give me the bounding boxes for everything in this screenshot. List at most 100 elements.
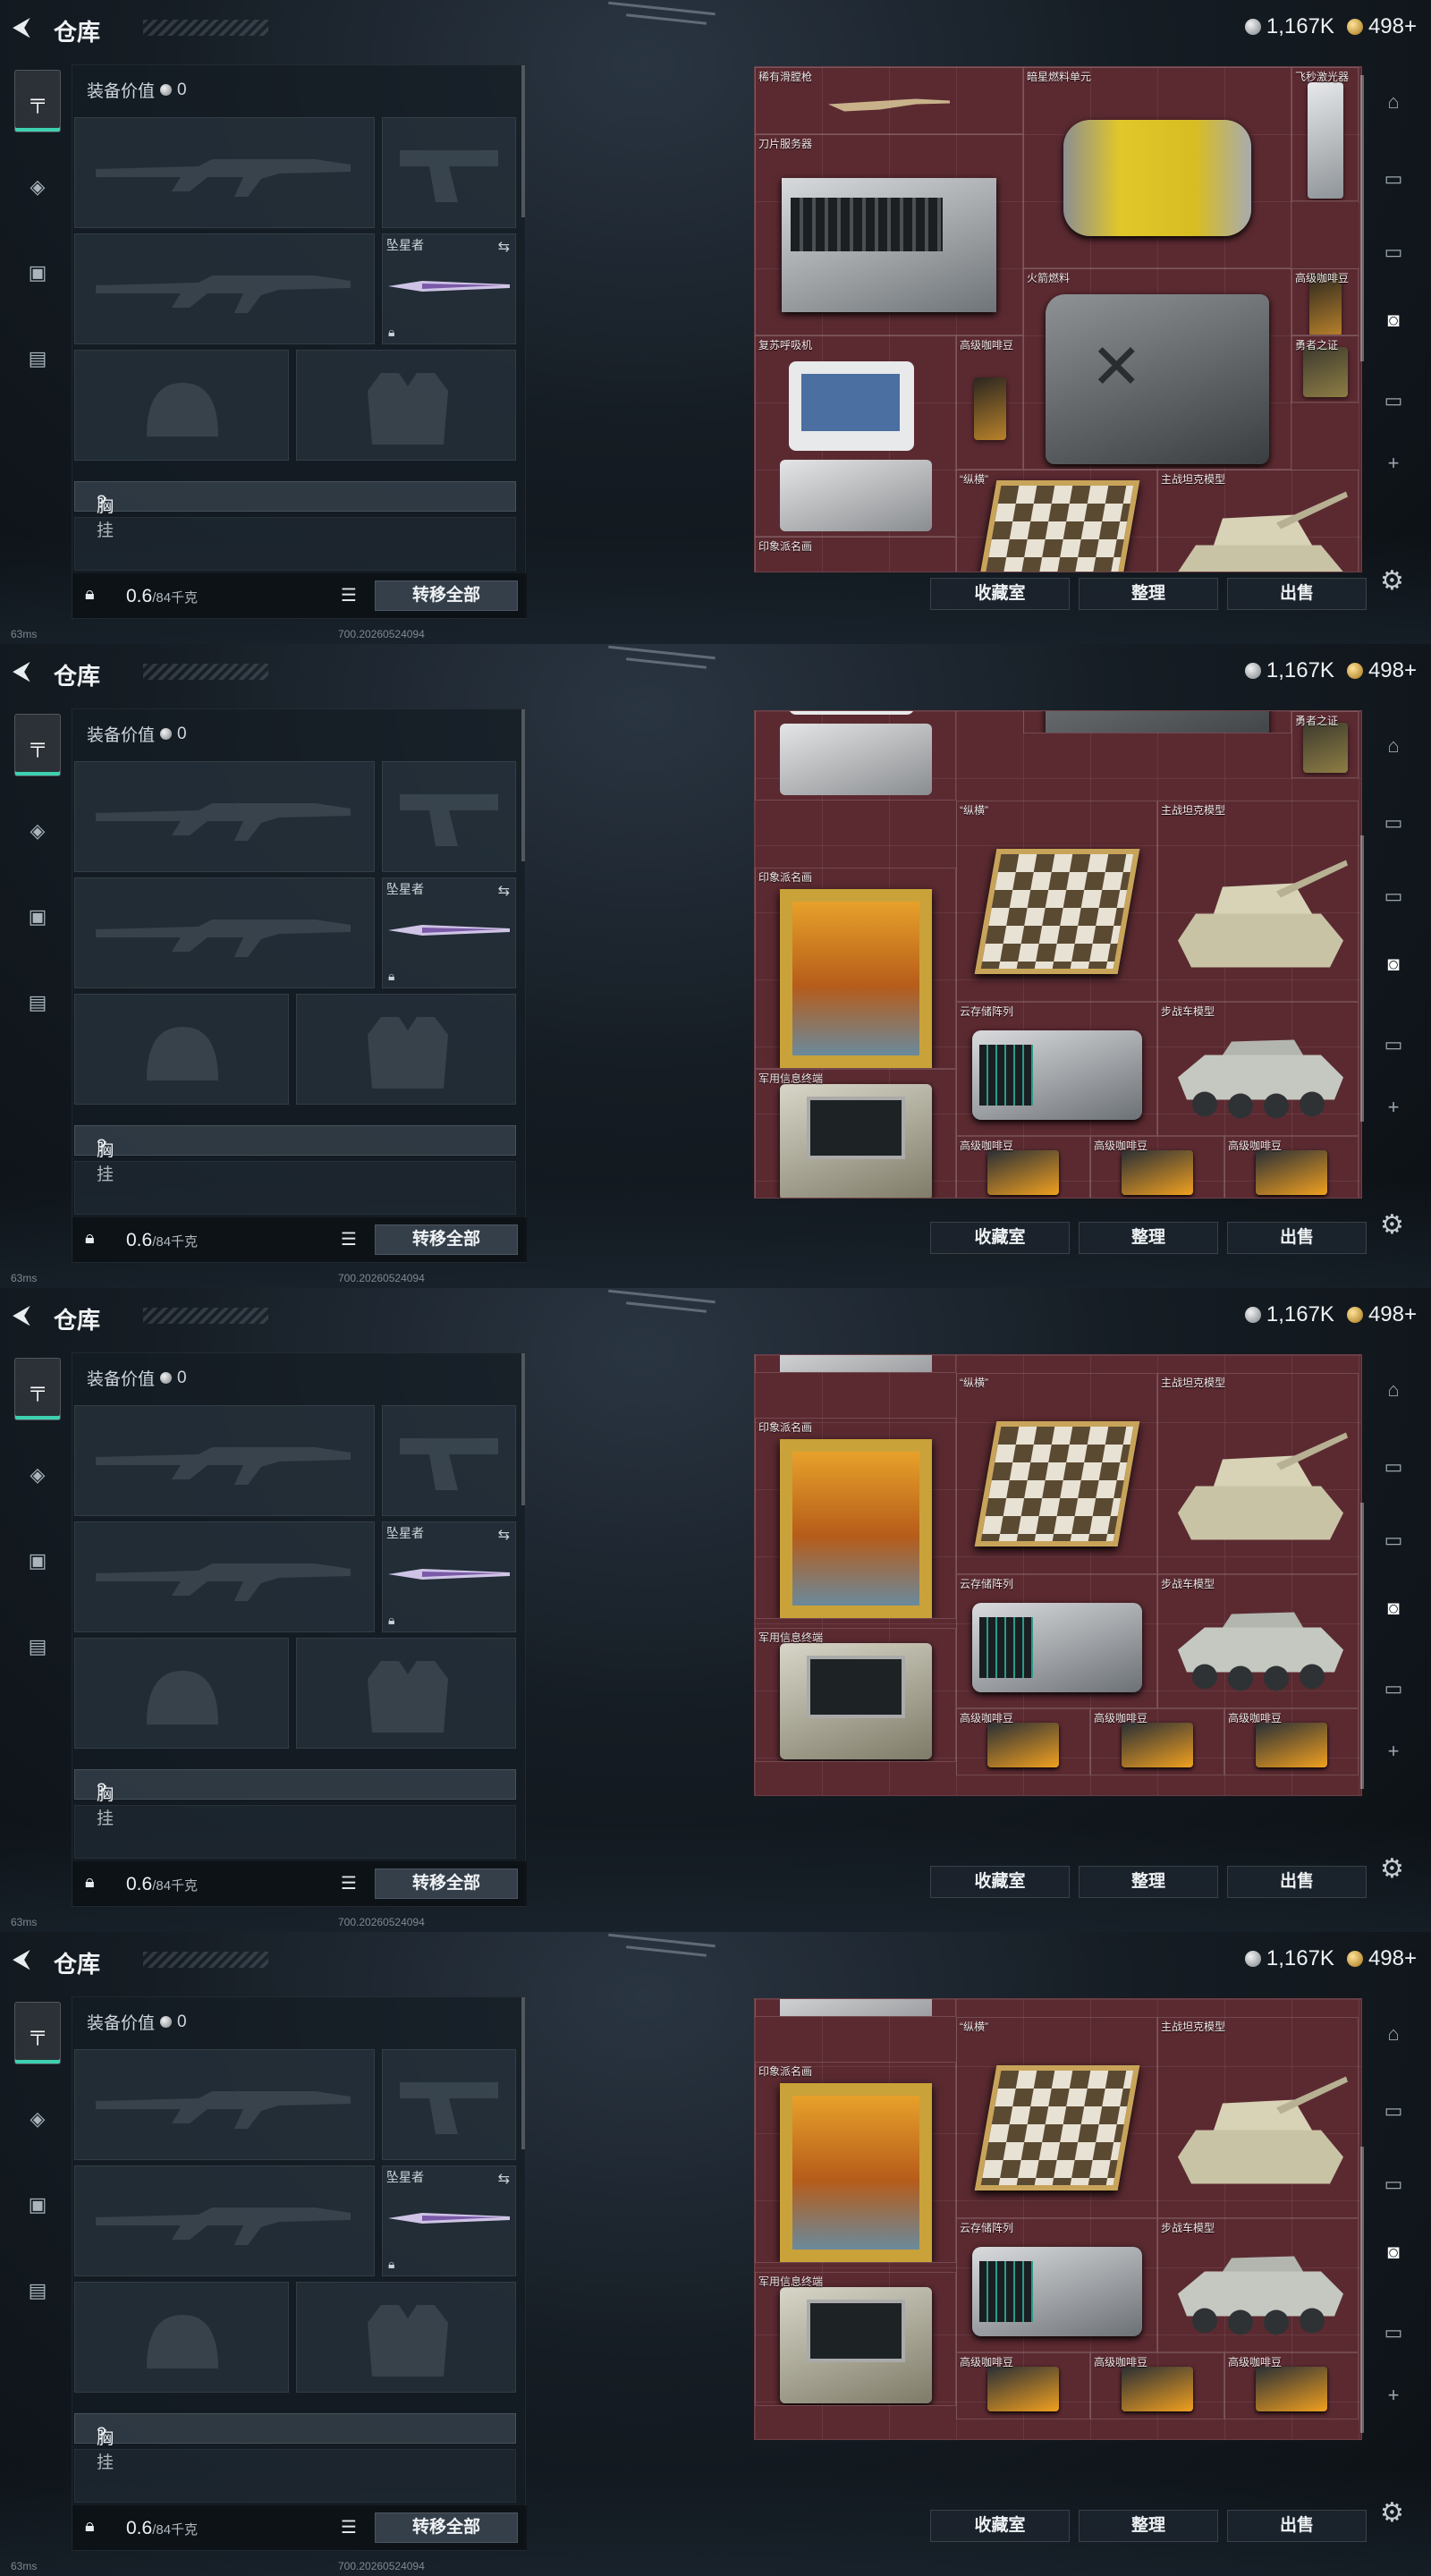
stash-item-ifv-model[interactable]: 步战车模型 bbox=[1157, 1574, 1359, 1708]
settings-gear-icon[interactable]: ⚙ bbox=[1380, 565, 1404, 597]
back-icon[interactable]: ⮜ bbox=[13, 1301, 30, 1329]
help-icon[interactable]: ? bbox=[97, 2425, 106, 2445]
stash-item-hero-badge[interactable]: 勇者之证 bbox=[1291, 335, 1359, 402]
sort-button[interactable]: 整理 bbox=[1079, 2510, 1218, 2542]
helmet-tab[interactable]: ◈ bbox=[14, 2088, 61, 2150]
pistol-slot[interactable] bbox=[382, 2049, 516, 2160]
container-iv-icon[interactable]: ▭ bbox=[1374, 1027, 1413, 1063]
swap-icon[interactable]: ⇆ bbox=[498, 2170, 510, 2188]
stash-item-tank-model[interactable]: 主战坦克模型 bbox=[1157, 2017, 1359, 2218]
stash-item-coffee-a[interactable]: 高级咖啡豆 bbox=[1291, 268, 1359, 335]
sell-button[interactable]: 出售 bbox=[1227, 578, 1367, 610]
stash-item-ifv-model[interactable]: 步战车模型 bbox=[1157, 1002, 1359, 1136]
back-icon[interactable]: ⮜ bbox=[13, 1945, 30, 1973]
stash-scrollbar[interactable] bbox=[1360, 1503, 1364, 1789]
swap-icon[interactable]: ⇆ bbox=[498, 1526, 510, 1544]
secondary-weapon-slot[interactable] bbox=[74, 1521, 375, 1632]
camera-container-icon[interactable]: ◙ bbox=[1374, 1590, 1413, 1626]
stash-item-revive-breather[interactable]: 复苏呼吸机 bbox=[755, 335, 956, 537]
sell-button[interactable]: 出售 bbox=[1227, 1222, 1367, 1254]
stash-item-chess-set[interactable]: “纵横” bbox=[956, 801, 1157, 1002]
loadout-scrollbar[interactable] bbox=[521, 65, 525, 217]
chest-rig-header[interactable]: 胸挂 ? bbox=[74, 2413, 516, 2472]
stash-item-cloud-storage[interactable]: 云存储阵列 bbox=[956, 2218, 1157, 2352]
stash-item-painting[interactable]: 印象派名画 bbox=[755, 868, 956, 1069]
container-iv-icon[interactable]: ▭ bbox=[1374, 161, 1413, 197]
melee-slot[interactable]: 坠星者 ⇆ 🔒︎ bbox=[382, 2165, 516, 2276]
stash-container-icon[interactable]: ⌂ bbox=[1374, 1372, 1413, 1408]
collection-button[interactable]: 收藏室 bbox=[930, 1866, 1070, 1898]
bag-tab[interactable]: ▤ bbox=[14, 971, 61, 1034]
stash-item-chess-set[interactable]: “纵横” bbox=[956, 2017, 1157, 2218]
armor-tab[interactable]: ▣ bbox=[14, 2174, 61, 2236]
camera-container-icon[interactable]: ◙ bbox=[1374, 302, 1413, 338]
settings-gear-icon[interactable]: ⚙ bbox=[1380, 1209, 1404, 1241]
stash-item-painting[interactable]: 印象派名画 bbox=[755, 1418, 956, 1619]
transfer-all-button[interactable]: 转移全部 bbox=[375, 1224, 518, 1255]
primary-weapon-slot[interactable] bbox=[74, 1405, 375, 1516]
chest-rig-slot[interactable] bbox=[74, 1161, 516, 1215]
swap-icon[interactable]: ⇆ bbox=[498, 238, 510, 256]
stash-item-cloud-storage[interactable]: 云存储阵列 bbox=[956, 1574, 1157, 1708]
add-container-icon[interactable]: + bbox=[1374, 1089, 1413, 1125]
primary-weapon-slot[interactable] bbox=[74, 761, 375, 872]
armor-slot[interactable] bbox=[296, 2282, 516, 2393]
transfer-all-button[interactable]: 转移全部 bbox=[375, 580, 518, 611]
container-iv-icon[interactable]: ▭ bbox=[1374, 234, 1413, 270]
chest-rig-slot[interactable] bbox=[74, 2449, 516, 2503]
list-icon[interactable]: ☰ bbox=[341, 2516, 357, 2538]
stash-item-ifv-model[interactable]: 步战车模型 bbox=[1157, 2218, 1359, 2352]
container-iv-icon[interactable]: ▭ bbox=[1374, 1522, 1413, 1558]
transfer-all-button[interactable]: 转移全部 bbox=[375, 2512, 518, 2543]
sort-button[interactable]: 整理 bbox=[1079, 1866, 1218, 1898]
swap-icon[interactable]: ⇆ bbox=[498, 882, 510, 900]
stash-item-tank-model[interactable]: 主战坦克模型 bbox=[1157, 470, 1359, 572]
stash-item-painting-top[interactable]: 印象派名画 bbox=[755, 537, 956, 572]
stash-item-tank-model[interactable]: 主战坦克模型 bbox=[1157, 801, 1359, 1002]
stash-item-rocket-fuel[interactable]: 火箭燃料 ✕ bbox=[1023, 268, 1291, 470]
stash-grid[interactable]: ✕ “纵横” 主战坦克模型 印象派名画 云存储阵列 步战车模型 军用信息终端 高… bbox=[754, 1998, 1362, 2440]
armor-tab[interactable]: ▣ bbox=[14, 1530, 61, 1592]
helmet-slot[interactable] bbox=[74, 1638, 289, 1749]
armor-slot[interactable] bbox=[296, 994, 516, 1105]
armor-tab[interactable]: ▣ bbox=[14, 886, 61, 948]
container-iv-icon[interactable]: ▭ bbox=[1374, 383, 1413, 419]
stash-grid[interactable]: 稀有滑膛枪 暗星燃料单元 飞秒激光器 刀片服务器 火箭燃料 ✕ 高级咖啡豆 复苏… bbox=[754, 66, 1362, 572]
stash-item-coffee-d[interactable]: 高级咖啡豆 bbox=[1090, 2352, 1224, 2419]
primary-weapon-slot[interactable] bbox=[74, 2049, 375, 2160]
container-iv-icon[interactable]: ▭ bbox=[1374, 805, 1413, 841]
helmet-slot[interactable] bbox=[74, 350, 289, 461]
stash-item-coffee-c[interactable]: 高级咖啡豆 bbox=[956, 2352, 1090, 2419]
armor-tab[interactable]: ▣ bbox=[14, 242, 61, 304]
back-icon[interactable]: ⮜ bbox=[13, 13, 30, 41]
add-container-icon[interactable]: + bbox=[1374, 1733, 1413, 1769]
stash-item-dark-fuel[interactable]: 暗星燃料单元 bbox=[1023, 67, 1291, 268]
stash-item-revive-breather[interactable] bbox=[755, 1999, 956, 2017]
container-iv-icon[interactable]: ▭ bbox=[1374, 1671, 1413, 1707]
bag-tab[interactable]: ▤ bbox=[14, 327, 61, 390]
stash-item-rare-sniper[interactable]: 稀有滑膛枪 bbox=[755, 67, 1023, 134]
container-iv-icon[interactable]: ▭ bbox=[1374, 1449, 1413, 1485]
back-icon[interactable]: ⮜ bbox=[13, 657, 30, 685]
container-iv-icon[interactable]: ▭ bbox=[1374, 878, 1413, 914]
primary-weapon-slot[interactable] bbox=[74, 117, 375, 228]
stash-container-icon[interactable]: ⌂ bbox=[1374, 2016, 1413, 2052]
stash-item-hero-badge[interactable]: 勇者之证 bbox=[1291, 711, 1359, 778]
help-icon[interactable]: ? bbox=[97, 493, 106, 513]
secondary-weapon-slot[interactable] bbox=[74, 233, 375, 344]
stash-item-coffee-d[interactable]: 高级咖啡豆 bbox=[1090, 1708, 1224, 1775]
stash-item-coffee-d[interactable]: 高级咖啡豆 bbox=[1090, 1136, 1224, 1198]
collection-button[interactable]: 收藏室 bbox=[930, 578, 1070, 610]
sell-button[interactable]: 出售 bbox=[1227, 2510, 1367, 2542]
helmet-tab[interactable]: ◈ bbox=[14, 1444, 61, 1506]
pistol-slot[interactable] bbox=[382, 117, 516, 228]
collection-button[interactable]: 收藏室 bbox=[930, 2510, 1070, 2542]
stash-scrollbar[interactable] bbox=[1360, 835, 1364, 1122]
sort-button[interactable]: 整理 bbox=[1079, 578, 1218, 610]
stash-container-icon[interactable]: ⌂ bbox=[1374, 728, 1413, 764]
stash-scrollbar[interactable] bbox=[1360, 2147, 1364, 2433]
stash-item-military-terminal[interactable]: 军用信息终端 bbox=[755, 2272, 956, 2406]
weapons-tab[interactable]: ╤ bbox=[14, 714, 61, 776]
stash-item-military-terminal[interactable]: 军用信息终端 bbox=[755, 1069, 956, 1198]
chest-rig-slot[interactable] bbox=[74, 1805, 516, 1859]
